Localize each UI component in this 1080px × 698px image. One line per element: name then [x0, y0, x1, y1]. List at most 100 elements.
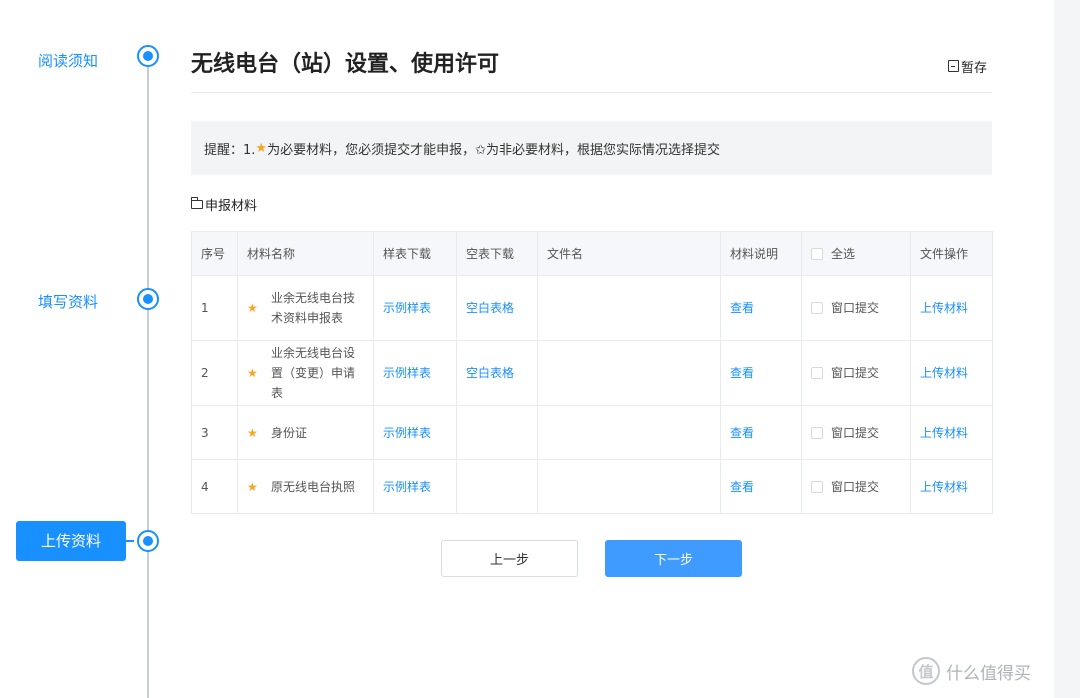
row-sample-cell: 示例样表 — [373, 275, 457, 341]
required-star-icon: ★ — [247, 479, 258, 494]
window-submit-checkbox[interactable] — [811, 367, 823, 379]
row-index: 2 — [191, 340, 238, 406]
watermark: 值 什么值得买 — [912, 655, 1031, 687]
row-filename — [537, 275, 721, 341]
material-name: 原无线电台执照 — [271, 479, 356, 494]
row-name-cell: ★ 原无线电台执照 — [237, 459, 374, 514]
header-filename: 文件名 — [537, 231, 721, 276]
header-ops: 文件操作 — [910, 231, 993, 276]
row-check-cell: 窗口提交 — [801, 340, 911, 406]
reminder-banner: 提醒：1. ★ 为必要材料，您必须提交才能申报，✩为非必要材料，根据您实际情况选… — [191, 121, 992, 175]
step-label-read-notice[interactable]: 阅读须知 — [38, 50, 98, 71]
header-select-all: 全选 — [801, 231, 911, 276]
header-desc: 材料说明 — [720, 231, 802, 276]
material-name: 业余无线电台设置（变更）申请表 — [271, 346, 356, 400]
row-blank-cell: 空白表格 — [456, 340, 538, 406]
save-icon — [948, 60, 959, 72]
folder-icon — [191, 197, 203, 209]
row-filename — [537, 405, 721, 460]
required-star-icon: ★ — [247, 425, 258, 440]
step-dot-upload — [137, 530, 159, 552]
window-submit-checkbox[interactable] — [811, 480, 823, 493]
sample-download-link[interactable]: 示例样表 — [383, 301, 431, 315]
section-title-label: 申报材料 — [205, 198, 258, 214]
view-desc-link[interactable]: 查看 — [730, 366, 754, 380]
row-check-cell: 窗口提交 — [801, 405, 911, 460]
row-index: 1 — [191, 275, 238, 341]
window-submit-checkbox[interactable] — [811, 426, 823, 439]
row-blank-cell — [456, 405, 538, 460]
header-index: 序号 — [191, 231, 238, 276]
row-index: 4 — [191, 459, 238, 514]
sample-download-link[interactable]: 示例样表 — [383, 426, 431, 440]
section-title: 申报材料 — [191, 195, 258, 214]
required-star-icon: ★ — [247, 301, 258, 315]
step-dot-fill-info — [137, 288, 159, 310]
reminder-text: 为必要材料，您必须提交才能申报，✩为非必要材料，根据您实际情况选择提交 — [267, 142, 720, 158]
blank-download-link[interactable]: 空白表格 — [466, 301, 514, 315]
window-submit-checkbox[interactable] — [811, 302, 823, 314]
row-blank-cell — [456, 459, 538, 514]
table-row: 3 ★ 身份证 示例样表 查看 窗口提交 上传材料 — [191, 405, 993, 460]
row-index: 3 — [191, 405, 238, 460]
row-sample-cell: 示例样表 — [373, 340, 457, 406]
sample-download-link[interactable]: 示例样表 — [383, 480, 431, 494]
step-active-pointer — [126, 540, 134, 542]
material-name: 身份证 — [271, 425, 308, 440]
header-divider — [191, 92, 992, 93]
step-label-fill-info[interactable]: 填写资料 — [38, 291, 98, 312]
row-desc-cell: 查看 — [720, 340, 802, 406]
row-op-cell: 上传材料 — [910, 275, 993, 341]
upload-material-link[interactable]: 上传材料 — [920, 366, 968, 380]
header-name: 材料名称 — [237, 231, 374, 276]
row-filename — [537, 340, 721, 406]
table-row: 2 ★ 业余无线电台设置（变更）申请表 示例样表 空白表格 查看 窗口提交 上传… — [191, 340, 993, 406]
window-submit-label: 窗口提交 — [831, 301, 880, 315]
select-all-checkbox[interactable] — [811, 247, 823, 260]
view-desc-link[interactable]: 查看 — [730, 426, 754, 440]
reminder-prefix: 提醒：1. — [204, 142, 256, 158]
right-gutter — [1054, 0, 1080, 698]
save-label: 暂存 — [961, 60, 988, 76]
row-desc-cell: 查看 — [720, 275, 802, 341]
watermark-logo-icon: 值 — [912, 657, 940, 685]
row-name-cell: ★ 身份证 — [237, 405, 374, 460]
next-step-button[interactable]: 下一步 — [605, 540, 742, 577]
upload-material-link[interactable]: 上传材料 — [920, 426, 968, 440]
row-op-cell: 上传材料 — [910, 340, 993, 406]
row-name-cell: ★ 业余无线电台技术资料申报表 — [237, 275, 374, 341]
save-button[interactable]: 暂存 — [948, 57, 988, 76]
row-sample-cell: 示例样表 — [373, 459, 457, 514]
row-name-cell: ★ 业余无线电台设置（变更）申请表 — [237, 340, 374, 406]
select-all-label: 全选 — [831, 247, 856, 261]
row-op-cell: 上传材料 — [910, 459, 993, 514]
upload-material-link[interactable]: 上传材料 — [920, 480, 968, 494]
row-desc-cell: 查看 — [720, 459, 802, 514]
row-check-cell: 窗口提交 — [801, 459, 911, 514]
upload-material-link[interactable]: 上传材料 — [920, 301, 968, 315]
required-star-icon: ★ — [247, 366, 258, 380]
header-blank: 空表下载 — [456, 231, 538, 276]
row-check-cell: 窗口提交 — [801, 275, 911, 341]
step-dot-read-notice — [137, 45, 159, 67]
view-desc-link[interactable]: 查看 — [730, 480, 754, 494]
row-sample-cell: 示例样表 — [373, 405, 457, 460]
table-header-row: 序号 材料名称 样表下载 空表下载 文件名 材料说明 全选 文件操作 — [191, 231, 993, 276]
materials-table: 序号 材料名称 样表下载 空表下载 文件名 材料说明 全选 文件操作 1 ★ 业… — [191, 231, 993, 514]
sample-download-link[interactable]: 示例样表 — [383, 366, 431, 380]
header-sample: 样表下载 — [373, 231, 457, 276]
page-title: 无线电台（站）设置、使用许可 — [191, 52, 500, 77]
row-op-cell: 上传材料 — [910, 405, 993, 460]
row-blank-cell: 空白表格 — [456, 275, 538, 341]
watermark-text: 什么值得买 — [946, 663, 1031, 684]
material-name: 业余无线电台技术资料申报表 — [271, 291, 356, 325]
row-filename — [537, 459, 721, 514]
blank-download-link[interactable]: 空白表格 — [466, 366, 514, 380]
step-label-upload[interactable]: 上传资料 — [16, 521, 126, 561]
table-row: 4 ★ 原无线电台执照 示例样表 查看 窗口提交 上传材料 — [191, 459, 993, 514]
window-submit-label: 窗口提交 — [831, 425, 880, 440]
row-desc-cell: 查看 — [720, 405, 802, 460]
view-desc-link[interactable]: 查看 — [730, 301, 754, 315]
prev-step-button[interactable]: 上一步 — [441, 540, 578, 577]
stepper-line — [147, 62, 149, 698]
